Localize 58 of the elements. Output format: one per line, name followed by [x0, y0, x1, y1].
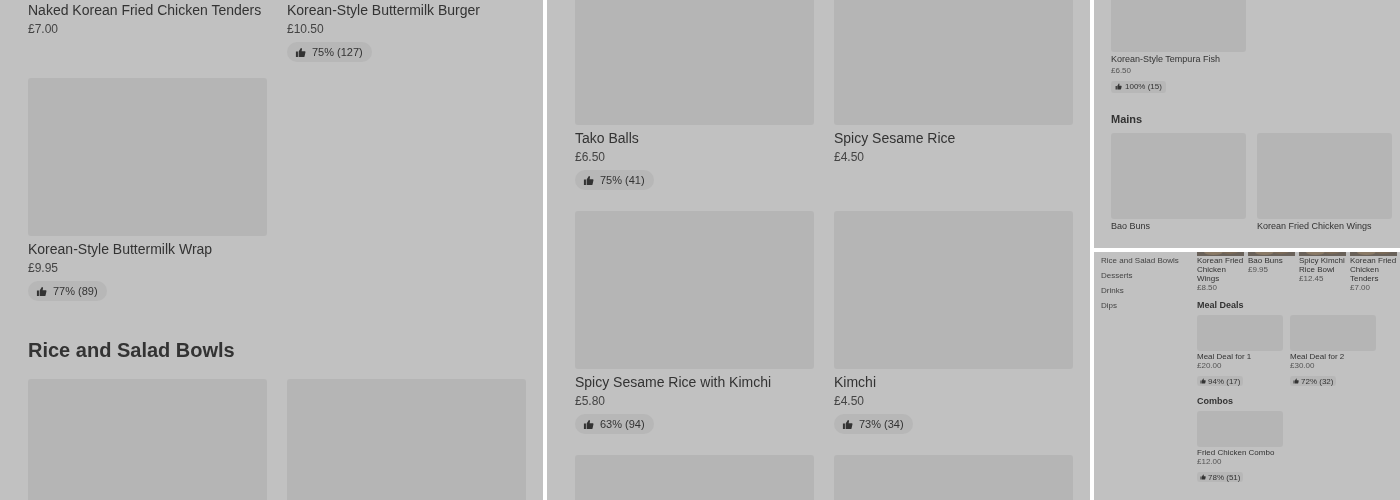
category-link[interactable]: Rice and Salad Bowls	[1101, 256, 1197, 266]
item-price: £30.00	[1290, 361, 1316, 370]
item-name: Korean Fried Chicken Wings	[1257, 220, 1373, 232]
item-name: Kimchi	[834, 373, 877, 391]
category-link[interactable]: Drinks	[1101, 286, 1197, 296]
item-price: £4.50	[834, 149, 866, 166]
section-heading: Rice and Salad Bowls	[28, 338, 236, 363]
item-name: Bao Buns	[1111, 220, 1152, 232]
category-link[interactable]: Dips	[1101, 301, 1197, 311]
rating-text: 77% (89)	[53, 285, 98, 297]
item-price: £12.00	[1197, 457, 1223, 466]
item-name: Korean-Style Buttermilk Wrap	[28, 240, 214, 258]
item-price: £8.50	[1197, 283, 1219, 292]
section-heading: Combos	[1197, 396, 1234, 407]
rating-text: 73% (34)	[859, 418, 904, 430]
item-price: £10.50	[287, 21, 325, 38]
item-price: £20.00	[1197, 361, 1223, 370]
section-heading: Meal Deals	[1197, 300, 1245, 311]
thumbs-up-icon	[1200, 378, 1206, 384]
item-price: £9.95	[28, 260, 60, 277]
thumbs-up-icon	[583, 418, 594, 430]
item-price: £7.00	[1350, 283, 1372, 292]
rating-text: 75% (41)	[600, 174, 645, 186]
item-name: Meal Deal for 2	[1290, 352, 1346, 361]
thumbs-up-icon	[583, 174, 594, 186]
thumbs-up-icon	[1200, 474, 1206, 480]
thumbs-up-icon	[36, 285, 47, 297]
rating-text: 72% (32)	[1301, 376, 1334, 386]
item-name: Spicy Sesame Rice with Kimchi	[575, 373, 773, 391]
category-link[interactable]: Desserts	[1101, 271, 1197, 281]
item-name: Naked Korean Fried Chicken Tenders	[28, 1, 263, 19]
item-name: Korean-Style Tempura Fish	[1111, 53, 1221, 65]
thumbs-up-icon	[842, 418, 853, 430]
item-price: £12.45	[1299, 274, 1325, 283]
rating-text: 100% (15)	[1125, 82, 1162, 91]
item-price: £4.50	[834, 393, 866, 410]
thumbs-up-icon	[295, 46, 306, 58]
item-name: Korean-Style Buttermilk Burger	[287, 1, 481, 19]
item-price: £5.80	[575, 393, 607, 410]
item-price: £6.50	[575, 149, 607, 166]
item-name: Korean Fried Chicken Wings	[1197, 256, 1244, 283]
item-name: Meal Deal for 1	[1197, 352, 1253, 361]
item-name: Fried Chicken Combo	[1197, 448, 1276, 457]
item-name: Bao Buns	[1248, 256, 1284, 265]
item-name: Spicy Sesame Rice	[834, 129, 957, 147]
thumbs-up-icon	[1115, 83, 1122, 90]
item-name: Korean Fried Chicken Tenders	[1350, 256, 1397, 283]
item-price: £7.00	[28, 21, 60, 38]
section-heading: Mains	[1111, 112, 1144, 126]
item-name: Spicy Kimchi Rice Bowl	[1299, 256, 1346, 274]
rating-text: 63% (94)	[600, 418, 645, 430]
rating-text: 78% (51)	[1208, 472, 1241, 482]
item-price: £6.50	[1111, 65, 1133, 76]
rating-text: 75% (127)	[312, 46, 363, 58]
item-price: £9.95	[1248, 265, 1270, 274]
rating-text: 94% (17)	[1208, 376, 1241, 386]
thumbs-up-icon	[1293, 378, 1299, 384]
item-name: Tako Balls	[575, 129, 640, 147]
